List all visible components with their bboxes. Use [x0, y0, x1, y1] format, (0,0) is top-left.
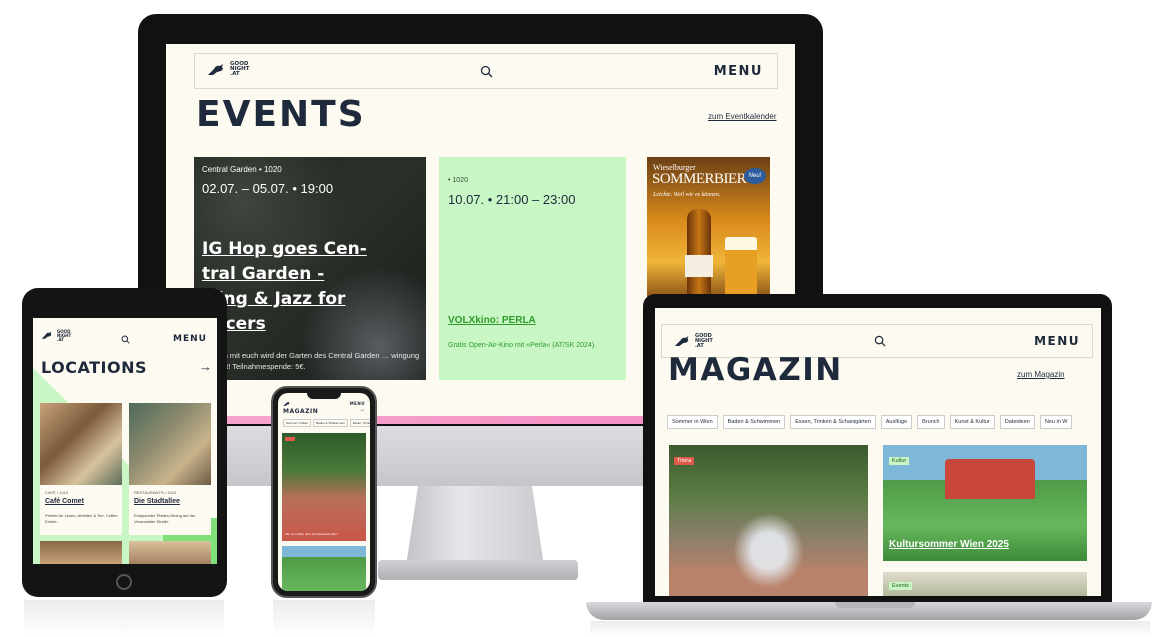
filter-chip[interactable]: Dateideen: [999, 415, 1035, 429]
phone-page-title: MAGAZIN: [283, 408, 319, 415]
monitor-foot: [378, 560, 578, 580]
location-card-3[interactable]: [40, 541, 122, 564]
bird-logo-icon: [208, 63, 223, 75]
event2-district: • 1020: [448, 177, 468, 184]
magazin-link[interactable]: zum Magazin: [1017, 370, 1065, 379]
tablet-home-button: [116, 574, 132, 590]
location-category: CAFÉ • 1010: [45, 490, 69, 495]
search-icon[interactable]: [480, 65, 493, 78]
event-venue: Central Garden • 1020: [202, 165, 282, 174]
tablet-site-logo[interactable]: GOOD NIGHT .AT: [41, 330, 71, 341]
magazin-card-3[interactable]: Events: [883, 572, 1087, 596]
event2-title[interactable]: VOLXkino: PERLA: [448, 315, 536, 326]
filter-chip[interactable]: Brunch: [917, 415, 945, 429]
event2-teaser: Gratis Open-Air-Kino mit »Perla« (AT/SK …: [448, 342, 597, 349]
menu-button[interactable]: MENU: [714, 64, 763, 79]
bird-logo-icon: [41, 331, 52, 339]
filter-chip[interactable]: Sommer in Wien: [667, 415, 718, 429]
stage-shape: [945, 459, 1035, 499]
filter-chip[interactable]: Essen, Trinken & Schanigärten: [790, 415, 876, 429]
bird-logo-icon: [283, 401, 290, 406]
card-tag: Kultur: [889, 457, 910, 465]
laptop-reflection: [590, 621, 1150, 637]
event-card-2[interactable]: • 1020 10.07. • 21:00 – 23:00 VOLXkino: …: [439, 157, 626, 380]
location-teaser: Entspannter Platten-Dining auf der Veran…: [134, 513, 196, 524]
next-arrow-icon[interactable]: →: [359, 407, 365, 413]
phone-card-2[interactable]: [282, 546, 366, 591]
bird-logo-icon: [674, 335, 689, 346]
tablet-screen: GOOD NIGHT .AT MENU LOCATIONS → CAFÉ • 1…: [33, 318, 217, 564]
card-tag: Triera: [674, 457, 695, 465]
filter-chip[interactable]: Neu in W: [1039, 415, 1073, 429]
phone-reflection: [273, 600, 375, 637]
event2-time: 10.07. • 21:00 – 23:00: [448, 192, 576, 207]
beer-bottle-label: [685, 255, 713, 277]
filter-chip[interactable]: Ausflüge: [880, 415, 913, 429]
ad-headline: SOMMERBIER: [652, 171, 747, 187]
tablet-page-title: LOCATIONS: [41, 358, 147, 377]
laptop-page-title: MAGAZIN: [668, 352, 843, 388]
phone-site-logo[interactable]: [283, 401, 291, 407]
magazin-card-1[interactable]: Triera: [669, 445, 868, 596]
beer-ad[interactable]: Wieselburger SOMMERBIER Neu! Leichte. We…: [647, 157, 770, 297]
calendar-link[interactable]: zum Eventkalender: [708, 112, 776, 121]
card-tag: Events: [889, 582, 912, 590]
logo-line3: .AT: [230, 71, 240, 78]
phone-screen: MENU MAGAZIN → Sommer in Wien Baden & Sc…: [278, 393, 370, 591]
tablet-reflection: [24, 600, 224, 637]
filter-chip-row: Sommer in Wien Baden & Schwimmen Essen, …: [667, 415, 1101, 429]
location-category: RESTAURANTS • 1020: [134, 490, 177, 495]
phone-notch: [307, 393, 341, 399]
location-name[interactable]: Die Stadtallee: [134, 498, 180, 505]
filter-chip[interactable]: Kunst & Kultur: [949, 415, 995, 429]
beer-glass: [725, 237, 757, 297]
logo-line3: .AT: [57, 336, 65, 342]
location-card-4[interactable]: [129, 541, 211, 564]
laptop-site-logo[interactable]: GOOD NIGHT .AT: [674, 334, 713, 348]
laptop-notch: [835, 602, 915, 608]
beer-bottle: [687, 209, 711, 297]
logo-line3: .AT: [695, 342, 704, 349]
menu-button[interactable]: MENU: [1034, 334, 1080, 348]
ad-new-badge: Neu!: [744, 168, 766, 184]
event-teaser: …nsam mit euch wird der Garten des Centr…: [202, 351, 420, 371]
filter-chip[interactable]: Sommer in Wien: [283, 419, 312, 427]
location-photo: [129, 403, 211, 485]
event-dates: 02.07. – 05.07. • 19:00: [202, 181, 334, 196]
filter-chip[interactable]: Essen, Trinken & Schani: [349, 419, 370, 427]
event-card-1[interactable]: Central Garden • 1020 02.07. – 05.07. • …: [194, 157, 426, 380]
location-card-2[interactable]: RESTAURANTS • 1020 Die Stadtallee Entspa…: [129, 403, 211, 535]
card-tag: [285, 437, 295, 441]
next-arrow-icon[interactable]: →: [199, 359, 212, 374]
location-photo: [40, 403, 122, 485]
ad-tagline: Leichte. Weil wir es können.: [653, 192, 721, 198]
magazin-card-2[interactable]: Kultur Kultursommer Wien 2025: [883, 445, 1087, 561]
search-icon[interactable]: [121, 335, 130, 344]
filter-chip[interactable]: Baden & Schwimmen: [722, 415, 786, 429]
filter-chip[interactable]: Baden & Schwimmen: [313, 419, 348, 427]
monitor-stand: [406, 486, 544, 566]
location-teaser: Perfekt für Lesen, Arbeiten & Tee. Coffe…: [45, 513, 118, 524]
site-logo[interactable]: GOOD NIGHT .AT: [207, 61, 250, 78]
page-title: EVENTS: [196, 94, 366, 135]
laptop-screen: GOOD NIGHT .AT MENU MAGAZIN zum Magazin …: [655, 308, 1101, 596]
card-caption[interactable]: Alle zum Wien Jazz Orchesterfest Wien: [285, 532, 365, 536]
phone-chip-row: Sommer in Wien Baden & Schwimmen Essen, …: [283, 419, 370, 427]
phone-card-1[interactable]: Alle zum Wien Jazz Orchesterfest Wien: [282, 433, 366, 541]
site-header: GOOD NIGHT .AT MENU: [194, 53, 778, 89]
location-card-1[interactable]: CAFÉ • 1010 Café Comet Perfekt für Lesen…: [40, 403, 122, 535]
location-name[interactable]: Café Comet: [45, 498, 84, 505]
menu-button[interactable]: MENU: [173, 334, 207, 344]
card-title[interactable]: Kultursommer Wien 2025: [889, 539, 1009, 550]
menu-button[interactable]: MENU: [350, 401, 365, 406]
event-title[interactable]: IG Hop goes Cen- tral Garden - wing & Ja…: [202, 237, 424, 337]
search-icon[interactable]: [874, 335, 886, 347]
